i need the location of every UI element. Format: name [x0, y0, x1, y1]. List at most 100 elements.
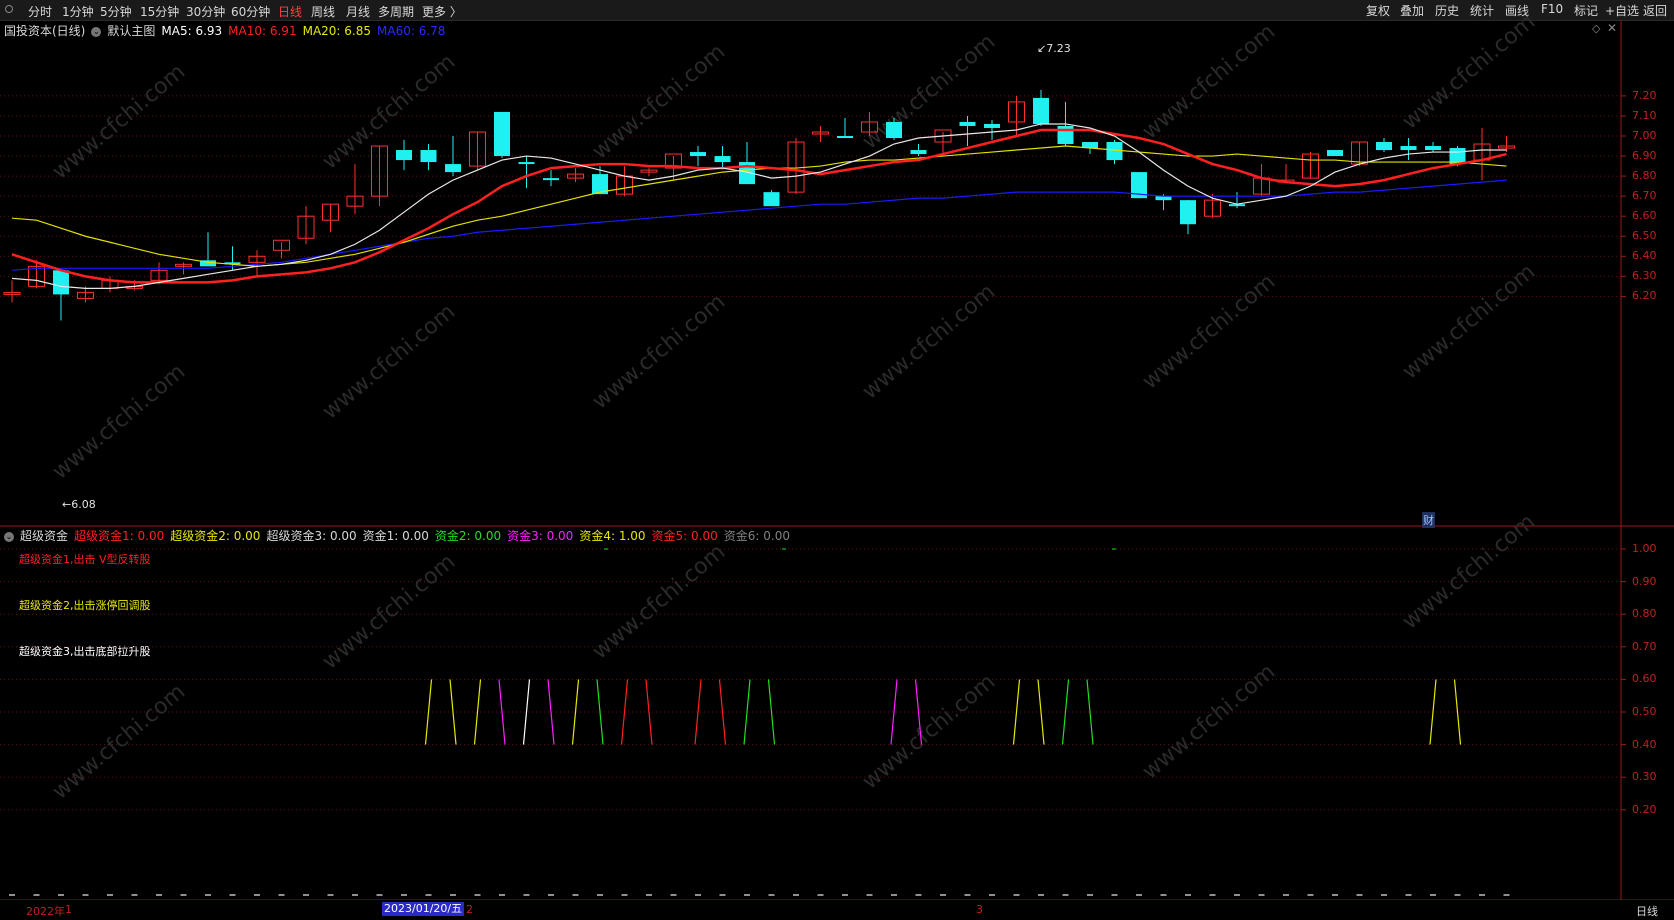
price-tick-label: 6.60 [1632, 209, 1657, 223]
candle-body-down [1033, 97, 1049, 124]
baseline-marker [1209, 894, 1216, 896]
baseline-marker [1087, 894, 1093, 896]
watermark-text: www.cfchi.com [318, 549, 460, 674]
baseline-marker [1234, 894, 1240, 896]
signal-line [767, 679, 776, 745]
price-tick-label: 7.10 [1632, 108, 1657, 122]
watermark-text: www.cfchi.com [588, 539, 730, 664]
low-price-label: ←6.08 [62, 498, 96, 511]
candle-body-down [886, 121, 902, 139]
indicator-tick-label: 0.50 [1632, 705, 1657, 718]
baseline-marker [205, 894, 211, 896]
signal-line [596, 679, 604, 745]
baseline-marker [1405, 894, 1412, 896]
kline-chart[interactable]: www.cfchi.com www.cfchi.com www.cfchi.com w… [0, 0, 1674, 920]
watermark-text: www.cfchi.com [1398, 259, 1540, 384]
baseline-marker [229, 894, 236, 896]
price-tick-label: 6.50 [1632, 229, 1657, 243]
baseline-marker [254, 894, 260, 896]
candle-body-down [1425, 146, 1441, 151]
ma60-line [11, 179, 1507, 271]
baseline-marker [107, 894, 113, 896]
price-tick-label: 6.20 [1632, 289, 1657, 303]
baseline-marker [1185, 894, 1191, 896]
year-label: 2022年 [26, 905, 65, 918]
candle-body-down [494, 111, 510, 157]
candle-body-down [445, 164, 461, 173]
baseline-marker [695, 894, 701, 896]
baseline-marker [1111, 894, 1118, 896]
ma10-line [11, 128, 1507, 284]
signal-line [473, 679, 482, 745]
baseline-marker [744, 894, 750, 896]
baseline-marker [303, 894, 309, 896]
baseline-marker [548, 894, 554, 896]
baseline-marker [1136, 894, 1142, 896]
candle-body-down [543, 178, 559, 181]
baseline-marker [278, 894, 285, 896]
watermark-text: www.cfchi.com [1138, 19, 1280, 144]
signal-line [645, 679, 653, 745]
baseline-marker [1160, 894, 1167, 896]
candle-body-down [959, 121, 976, 126]
baseline-marker [572, 894, 579, 896]
candle-body-down [837, 136, 853, 139]
watermark-text: www.cfchi.com [1398, 509, 1540, 634]
candle-body-down [53, 270, 69, 295]
month-2-label: 2 [466, 903, 473, 916]
baseline-marker [670, 894, 677, 896]
financial-report-marker[interactable]: 财 [1422, 512, 1435, 528]
baseline-marker [58, 894, 64, 896]
baseline-marker [1307, 894, 1314, 896]
watermark-text: www.cfchi.com [858, 279, 1000, 404]
candle-body-down [420, 150, 437, 163]
baseline-marker [1503, 894, 1510, 896]
watermark-text: www.cfchi.com [588, 289, 730, 414]
price-tick-label: 6.30 [1632, 269, 1657, 283]
price-tick-label: 7.00 [1632, 129, 1657, 142]
baseline-marker [621, 894, 628, 896]
baseline-marker [866, 894, 873, 896]
baseline-marker [401, 894, 407, 896]
baseline-marker [793, 894, 799, 896]
baseline-marker [768, 894, 775, 896]
crosshair-date: 2023/01/20/五 [382, 902, 465, 916]
baseline-marker [1479, 894, 1485, 896]
baseline-marker [964, 894, 971, 896]
baseline-marker [719, 894, 726, 896]
baseline-marker [156, 894, 162, 896]
price-tick-label: 6.80 [1632, 169, 1657, 183]
signal-line [1061, 679, 1070, 745]
baseline-marker [376, 894, 383, 896]
baseline-marker [1381, 894, 1387, 896]
candle-body-down [763, 192, 780, 207]
watermark-text: www.cfchi.com [48, 359, 190, 484]
candle-body-down [984, 123, 1000, 128]
price-tick-label: 6.90 [1632, 149, 1657, 163]
candle-body-down [1376, 142, 1392, 151]
baseline-marker [33, 894, 40, 896]
candle-body-down [1155, 196, 1172, 201]
watermark-text: www.cfchi.com [1138, 659, 1280, 784]
candle-body-down [1180, 200, 1196, 225]
baseline-marker [499, 894, 505, 896]
baseline-marker [1258, 894, 1265, 896]
baseline-marker [1356, 894, 1363, 896]
signal-line [571, 679, 580, 745]
price-tick-label: 7.20 [1632, 88, 1657, 102]
baseline-marker [327, 894, 334, 896]
signal-line [1429, 679, 1437, 745]
indicator-tick-label: 0.20 [1632, 802, 1657, 816]
baseline-marker [1062, 894, 1069, 896]
watermark-text: www.cfchi.com [48, 59, 190, 184]
indicator-tick-label: 1.00 [1632, 542, 1657, 555]
price-tick-label: 6.40 [1632, 249, 1657, 263]
signal-line [620, 679, 629, 745]
baseline-marker [523, 894, 530, 896]
indicator-tick-label: 0.90 [1632, 574, 1657, 588]
price-tick-label: 6.70 [1632, 189, 1657, 203]
candle-body-down [1400, 146, 1417, 151]
indicator-tick-label: 0.30 [1632, 770, 1657, 784]
signal-line [449, 679, 457, 745]
signal-line [1453, 679, 1462, 745]
